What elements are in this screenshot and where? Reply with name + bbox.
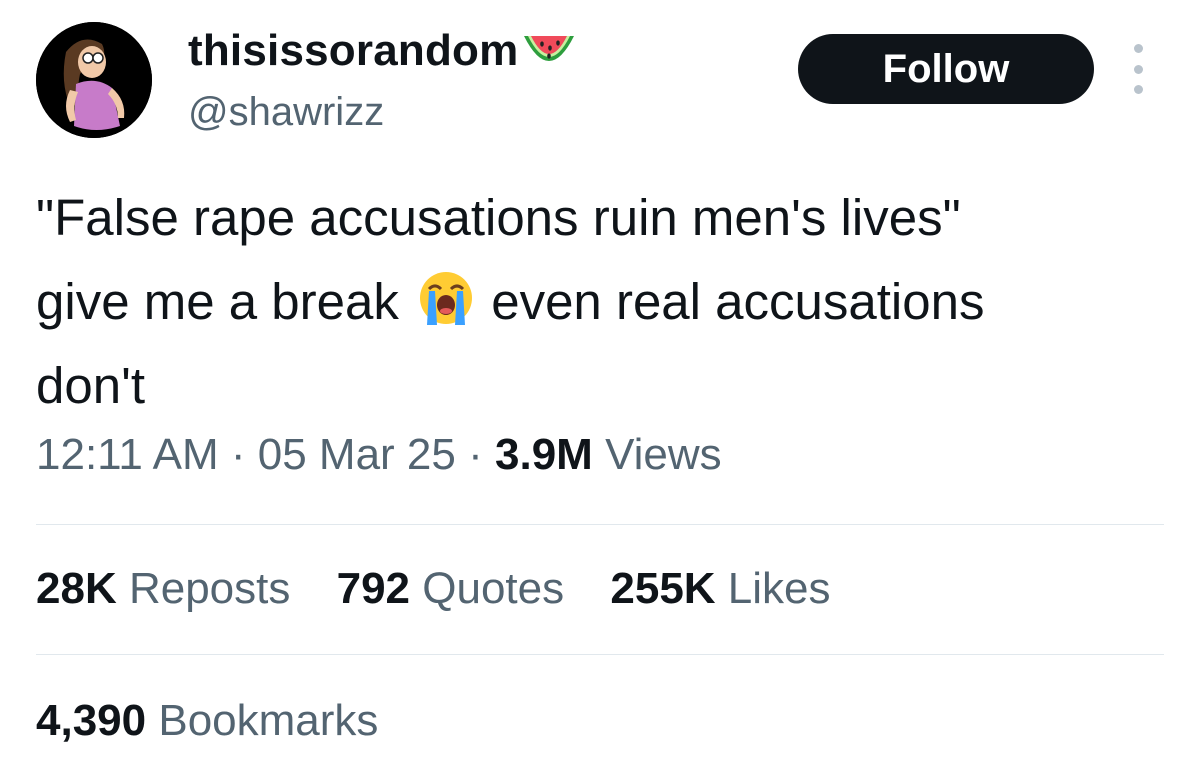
avatar-image <box>36 22 152 138</box>
bookmarks-label: Bookmarks <box>158 696 379 745</box>
views-count: 3.9M <box>495 430 593 479</box>
user-handle[interactable]: @shawrizz <box>188 90 384 135</box>
tweet-line-2: give me a break even real accusations <box>36 260 1176 344</box>
quotes-stat[interactable]: 792 Quotes <box>337 564 565 614</box>
loudly-crying-face-icon <box>417 268 475 326</box>
follow-button[interactable]: Follow <box>798 34 1094 104</box>
more-dot <box>1133 44 1143 53</box>
divider <box>36 524 1164 525</box>
avatar[interactable] <box>36 22 152 138</box>
divider <box>36 654 1164 655</box>
display-name-text: thisissorandom <box>188 26 519 75</box>
tweet-text-segment: even real accusations <box>491 273 985 330</box>
meta-separator: · <box>230 430 246 479</box>
watermelon-icon <box>520 28 578 74</box>
more-options-icon[interactable] <box>1124 44 1152 94</box>
reposts-stat[interactable]: 28K Reposts <box>36 564 290 614</box>
likes-count: 255K <box>610 564 716 613</box>
tweet-time[interactable]: 12:11 AM <box>36 430 219 479</box>
more-dot <box>1133 64 1143 74</box>
tweet-line-1: "False rape accusations ruin men's lives… <box>36 189 961 246</box>
tweet-date[interactable]: 05 Mar 25 <box>258 430 456 479</box>
tweet-meta: 12:11 AM · 05 Mar 25 · 3.9M Views <box>36 430 722 480</box>
likes-stat[interactable]: 255K Likes <box>610 564 830 614</box>
tweet-text: "False rape accusations ruin men's lives… <box>36 176 1176 428</box>
engagement-stats: 28K Reposts 792 Quotes 255K Likes <box>36 564 865 614</box>
views-label: Views <box>605 430 722 479</box>
quotes-count: 792 <box>336 564 411 613</box>
reposts-count: 28K <box>36 564 117 613</box>
bookmarks-count: 4,390 <box>36 696 147 745</box>
tweet-text-segment: give me a break <box>36 273 399 330</box>
bookmarks-stat[interactable]: 4,390 Bookmarks <box>36 696 378 746</box>
meta-separator: · <box>468 430 483 479</box>
display-name[interactable]: thisissorandom <box>188 26 578 76</box>
reposts-label: Reposts <box>128 564 291 613</box>
tweet-line-3: don't <box>36 357 145 414</box>
likes-label: Likes <box>727 564 831 613</box>
more-dot <box>1133 85 1143 94</box>
quotes-label: Quotes <box>422 564 565 613</box>
